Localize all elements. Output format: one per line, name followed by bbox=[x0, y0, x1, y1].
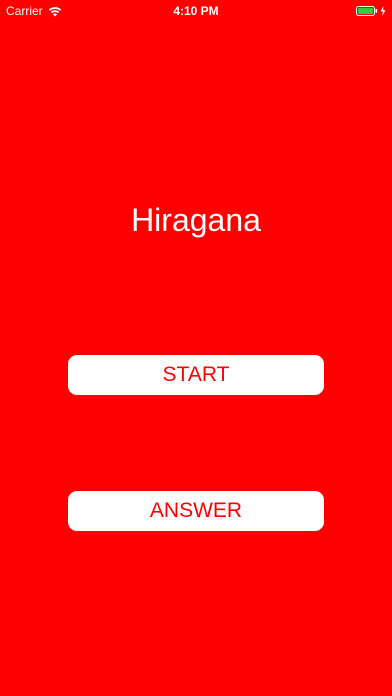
status-bar: Carrier 4:10 PM bbox=[0, 0, 392, 22]
battery-group bbox=[356, 5, 386, 16]
status-time: 4:10 PM bbox=[173, 4, 219, 18]
battery-icon bbox=[356, 5, 378, 16]
start-button[interactable]: START bbox=[68, 355, 324, 395]
app-title: Hiragana bbox=[131, 202, 261, 238]
bolt-icon bbox=[380, 5, 386, 16]
answer-button[interactable]: ANSWER bbox=[68, 491, 324, 531]
